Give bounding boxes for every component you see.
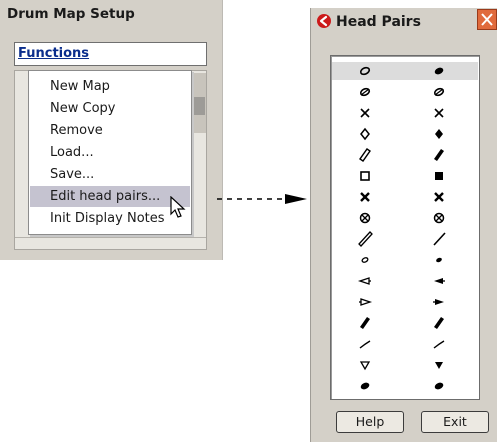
functions-menu: New Map New Copy Remove Load... Save... … — [28, 70, 192, 235]
head-pair-row[interactable] — [332, 272, 478, 290]
slashed-oval-head-icon — [359, 87, 371, 97]
head-pairs-titlebar[interactable]: Head Pairs — [311, 8, 497, 34]
menu-item-new-copy[interactable]: New Copy — [30, 98, 190, 119]
panel-divider — [15, 237, 206, 238]
bold-x-head-icon — [360, 192, 370, 202]
hollow-long-slash-head-icon — [358, 231, 373, 247]
hollow-diamond-head-icon — [360, 127, 370, 141]
hollow-oval-head-icon — [359, 66, 371, 76]
head-pair-row[interactable] — [332, 83, 478, 101]
menu-item-label: Save... — [50, 167, 95, 182]
head-pair-row[interactable] — [332, 293, 478, 311]
head-pairs-window: Head Pairs Help Exit — [310, 8, 497, 442]
menu-item-save[interactable]: Save... — [30, 164, 190, 185]
filled-oval-head-icon — [434, 67, 444, 75]
head-pair-row[interactable] — [332, 230, 478, 248]
head-pairs-title: Head Pairs — [336, 14, 421, 30]
head-pair-row[interactable] — [332, 335, 478, 353]
panel-scroll-thumb[interactable] — [191, 97, 205, 115]
bold-x-head-icon — [434, 192, 444, 202]
hollow-triangle-left-head-icon — [357, 277, 371, 285]
menu-item-new-map[interactable]: New Map — [30, 76, 190, 97]
functions-bar: Functions — [14, 42, 207, 66]
head-pair-row[interactable] — [332, 251, 478, 269]
menu-item-label: Init Display Notes — [50, 211, 165, 226]
head-pair-row[interactable] — [332, 125, 478, 143]
filled-slash-head-icon — [434, 149, 444, 161]
head-pair-row[interactable] — [332, 188, 478, 206]
filled-triangle-left-head-icon — [434, 278, 445, 284]
slashed-oval-head-icon — [433, 87, 445, 97]
drum-map-setup-title: Drum Map Setup — [7, 6, 135, 22]
head-pair-row[interactable] — [332, 104, 478, 122]
circled-x-head-icon — [359, 212, 371, 224]
head-pair-row[interactable] — [332, 377, 478, 395]
mouse-pointer-icon — [170, 196, 186, 218]
filled-diamond-head-icon — [435, 129, 443, 139]
functions-menu-button[interactable]: Functions — [18, 46, 89, 61]
menu-item-label: Remove — [50, 123, 103, 138]
filled-oval-head-icon — [434, 382, 444, 390]
menu-item-edit-head-pairs[interactable]: Edit head pairs... — [30, 186, 190, 207]
x-head-icon — [360, 108, 370, 118]
menu-item-init-display-notes[interactable]: Init Display Notes — [30, 208, 190, 229]
filled-square-head-icon — [435, 172, 443, 180]
head-pair-row[interactable] — [332, 146, 478, 164]
hollow-triangle-right-head-icon — [359, 298, 373, 306]
filled-oval-head-icon — [360, 382, 370, 390]
small-hollow-oval-head-icon — [361, 257, 369, 263]
exit-button[interactable]: Exit — [421, 411, 489, 433]
help-button[interactable]: Help — [336, 411, 404, 433]
head-pair-row[interactable] — [332, 209, 478, 227]
x-head-icon — [434, 108, 444, 118]
menu-item-label: New Map — [50, 79, 110, 94]
menu-item-label: Load... — [50, 145, 94, 160]
head-pairs-list[interactable] — [330, 55, 480, 400]
close-button[interactable] — [477, 9, 497, 30]
menu-item-label: New Copy — [50, 101, 116, 116]
menu-item-remove[interactable]: Remove — [30, 120, 190, 141]
menu-item-label: Edit head pairs... — [50, 189, 161, 204]
long-slash-head-icon — [433, 232, 446, 246]
head-pair-row[interactable] — [332, 62, 478, 80]
filled-slash-head-icon — [434, 317, 444, 329]
filled-triangle-down-head-icon — [435, 362, 443, 369]
head-pair-row[interactable] — [332, 356, 478, 374]
menu-item-load[interactable]: Load... — [30, 142, 190, 163]
filled-triangle-right-head-icon — [433, 299, 444, 305]
thin-slash-head-icon — [359, 340, 371, 349]
head-pair-row[interactable] — [332, 314, 478, 332]
circled-x-head-icon — [433, 212, 445, 224]
close-icon — [481, 13, 493, 26]
small-filled-oval-head-icon — [436, 257, 442, 263]
filled-slash-head-icon — [360, 317, 370, 329]
head-pair-row[interactable] — [332, 167, 478, 185]
hollow-triangle-down-head-icon — [359, 361, 371, 371]
thin-slash-head-icon — [433, 340, 445, 349]
hollow-square-head-icon — [360, 171, 370, 181]
dashed-arrow-icon — [217, 194, 307, 204]
app-logo-icon — [317, 14, 331, 28]
hollow-slash-head-icon — [359, 148, 371, 162]
